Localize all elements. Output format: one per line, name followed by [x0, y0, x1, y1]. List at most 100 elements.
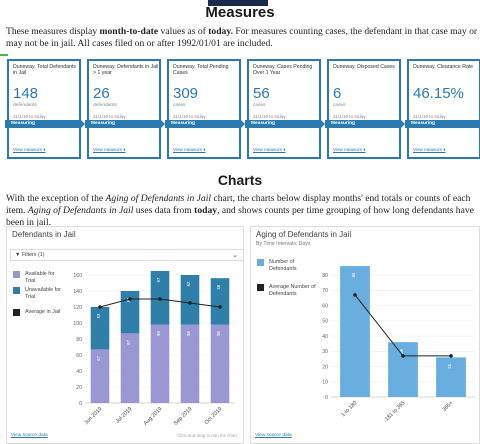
card-ribbon: Measuring: [85, 120, 165, 128]
intro-bold-b: today.: [208, 26, 234, 37]
y-tick-label: 10: [322, 380, 328, 386]
bar-value-label: 36: [399, 348, 404, 353]
card-date: 11/1/19 to today: [253, 114, 286, 119]
measure-cards: Duneway, Total Defendants in Jail 148 de…: [5, 59, 480, 159]
card-ribbon: Measuring: [5, 120, 85, 128]
card-title: Duneway, Defendants in Jail > 1 year: [93, 64, 159, 76]
view-measure-link[interactable]: View measure ▾: [93, 147, 126, 153]
chevron-down-icon[interactable]: ⌄: [232, 250, 238, 261]
panel-title: Aging of Defendants in Jail: [256, 230, 352, 239]
charts-text-a: With the exception of the: [6, 193, 106, 204]
x-tick-label: 181 to 365: [384, 400, 406, 422]
card-date: 11/1/19 to today: [173, 114, 206, 119]
y-tick-label: 80: [76, 337, 82, 343]
card-unit: defendants: [93, 103, 117, 108]
measures-heading: Measures: [205, 4, 275, 21]
card-title: Duneway, Cases Pending Over 1 Year: [253, 64, 313, 76]
card-value: 46.15%: [413, 85, 464, 102]
card-unit: defendants: [13, 103, 37, 108]
average-point: [158, 297, 162, 301]
defendants-stacked-bar-chart[interactable]: 0204060801001201401606753Jun 20198753Jul…: [67, 263, 241, 433]
y-tick-label: 140: [73, 289, 82, 295]
x-tick-label: 365+: [442, 400, 455, 413]
x-tick-label: Oct 2019: [204, 406, 224, 426]
measure-card[interactable]: Duneway, Clearance Rate 46.15% 11/1/19 t…: [405, 59, 480, 159]
bar: [90, 307, 110, 350]
y-tick-label: 30: [322, 349, 328, 355]
legend-label: Available for Trial: [25, 271, 55, 284]
view-measure-link[interactable]: View measure ▾: [253, 147, 286, 153]
y-tick-label: 0: [325, 395, 328, 401]
charts-bold: today: [194, 205, 218, 216]
view-measure-link[interactable]: View measure ▾: [173, 147, 206, 153]
y-tick-label: 100: [73, 321, 82, 327]
bar-value-label: 62: [186, 281, 191, 286]
charts-italic-a: Aging of Defendants in Jail: [105, 193, 212, 204]
measure-card[interactable]: Duneway, Total Pending Cases 309 cases 1…: [165, 59, 245, 159]
card-unit: cases: [253, 103, 266, 108]
measure-card[interactable]: Duneway, Disposed Cases 6 cases 11/1/19 …: [325, 59, 405, 159]
x-tick-label: 1 to 180: [340, 400, 358, 418]
measure-card[interactable]: Duneway, Defendants in Jail > 1 year 26 …: [85, 59, 165, 159]
x-tick-label: Sep 2019: [173, 406, 194, 427]
intro-text-a: These measures display: [6, 26, 100, 37]
panel-title: Defendants in Jail: [12, 230, 76, 239]
legend-swatch: [13, 271, 20, 278]
legend-label: Average in Jail: [25, 309, 61, 315]
bar-value-label: 98: [186, 331, 191, 336]
y-tick-label: 40: [322, 334, 328, 340]
average-point: [128, 297, 132, 301]
card-ribbon: Measuring: [245, 120, 325, 128]
card-title: Duneway, Disposed Cases: [333, 64, 395, 70]
legend-label: Unavailable for Trial: [25, 287, 61, 300]
card-value: 148: [13, 85, 39, 102]
card-ribbon: Measuring: [165, 120, 245, 128]
filters-toggle[interactable]: ▼ Filters (1) ⌄: [10, 249, 244, 261]
view-source-data-link[interactable]: View source data: [255, 433, 292, 438]
bar-value-label: 67: [156, 277, 161, 282]
measure-card[interactable]: Duneway, Cases Pending Over 1 Year 56 ca…: [245, 59, 325, 159]
card-ribbon: Measuring: [405, 120, 480, 128]
bar-value-label: 98: [156, 331, 161, 336]
legend-swatch: [257, 259, 264, 266]
card-value: 56: [253, 85, 270, 102]
aging-defendants-panel: Aging of Defendants in Jail By Time Inte…: [250, 226, 480, 444]
average-point: [98, 305, 102, 309]
card-unit: cases: [173, 103, 186, 108]
average-point: [449, 354, 453, 358]
view-measure-link[interactable]: View measure ▾: [333, 147, 366, 153]
intro-bold-a: month-to-date: [99, 26, 159, 37]
y-tick-label: 60: [322, 303, 328, 309]
legend-swatch: [257, 284, 264, 291]
view-source-data-link[interactable]: View source data: [11, 433, 48, 438]
y-tick-label: 80: [322, 273, 328, 279]
x-tick-label: Aug 2019: [143, 406, 164, 427]
charts-intro: With the exception of the Aging of Defen…: [6, 193, 480, 229]
view-measure-link[interactable]: View measure ▾: [13, 147, 46, 153]
legend-label: Number of Defendants: [269, 259, 297, 272]
charts-text-c: uses data from: [133, 205, 195, 216]
card-unit: cases: [333, 103, 346, 108]
x-tick-label: Jun 2019: [83, 406, 103, 426]
bar-value-label: 58: [216, 284, 221, 289]
y-tick-label: 40: [76, 369, 82, 375]
y-tick-label: 120: [73, 305, 82, 311]
measures-intro: These measures display month-to-date val…: [6, 26, 480, 50]
y-tick-label: 20: [322, 364, 328, 370]
intro-text-b: values as of: [158, 26, 209, 37]
measure-card[interactable]: Duneway, Total Defendants in Jail 148 de…: [5, 59, 85, 159]
y-tick-label: 60: [76, 353, 82, 359]
average-point: [353, 293, 357, 297]
average-point: [401, 354, 405, 358]
bar-value-label: 26: [447, 363, 452, 368]
y-tick-label: 70: [322, 288, 328, 294]
average-point: [188, 301, 192, 305]
bar-value-label: 67: [96, 355, 101, 360]
charts-heading: Charts: [217, 172, 263, 188]
aging-bar-chart[interactable]: 0 10 20 30 40 50 60 70 80 86 1 to 180 36 181 to 365 2…: [313, 257, 479, 431]
green-marker: [0, 54, 8, 56]
bar-value-label: 86: [351, 272, 356, 277]
card-title: Duneway, Total Pending Cases: [173, 64, 229, 76]
view-measure-link[interactable]: View measure ▾: [413, 147, 446, 153]
legend-swatch: [13, 309, 20, 316]
